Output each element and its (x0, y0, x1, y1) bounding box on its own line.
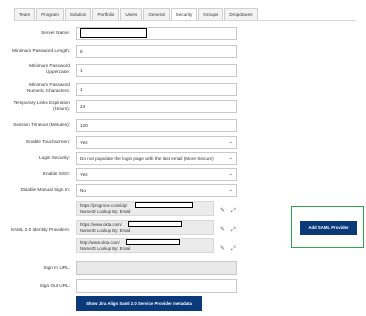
chevron-down-icon: ⌄ (228, 139, 233, 145)
add-saml-provider-button[interactable]: Add SAML Provider (300, 221, 357, 235)
redacted-value (128, 221, 182, 227)
disable-manual-sign-in-value: No (80, 188, 86, 193)
session-timeout-input[interactable]: 120 (76, 119, 237, 132)
saml-provider-nameid: NameID Lookup By: Email (80, 228, 131, 233)
session-timeout-label: Session Timeout (Minutes): (13, 122, 70, 127)
chevron-down-icon: ⌄ (228, 171, 233, 177)
pencil-icon[interactable]: ✎ (220, 227, 225, 233)
min-password-length-input[interactable]: 8 (76, 45, 237, 58)
min-password-length-label: Minimum Password Length: (12, 48, 70, 53)
tab-divider (14, 20, 356, 21)
enable-sso-label: Enable SSO: (42, 171, 70, 176)
enable-sso-value: Yes (80, 172, 88, 177)
sign-in-url-label: Sign In URL: (43, 265, 70, 270)
login-security-select[interactable]: Do not populate the login page with the … (76, 152, 237, 165)
sign-out-url-label: Sign Out URL: (39, 283, 70, 288)
expand-icon[interactable]: ⤢ (231, 227, 236, 233)
temp-links-expiration-input[interactable]: 24 (76, 100, 237, 113)
enable-sso-select[interactable]: Yes ⌄ (76, 168, 237, 181)
saml-provider-nameid: NameID Lookup By: Email (80, 246, 131, 251)
server-name-label: Server Name: (41, 30, 70, 35)
add-saml-provider-highlight: Add SAML Provider (291, 206, 364, 248)
disable-manual-sign-in-label: Disable Manual Sign In: (20, 187, 70, 192)
min-password-numeric-input[interactable]: 1 (76, 83, 237, 96)
pencil-icon[interactable]: ✎ (220, 208, 225, 214)
pencil-icon[interactable]: ✎ (220, 246, 225, 252)
redacted-value (126, 239, 180, 245)
enable-touchscreen-label: Enable Touchscreen: (26, 139, 70, 144)
temp-links-expiration-label-2: (Hours): (53, 106, 70, 111)
enable-touchscreen-select[interactable]: Yes ⌄ (76, 136, 237, 149)
redacted-value (80, 28, 147, 38)
min-password-numeric-label-2: Numeric Characters: (27, 88, 70, 93)
login-security-value: Do not populate the login page with the … (80, 156, 214, 161)
saml-identity-providers-label: SAML 2.0 Identity Providers: (10, 227, 70, 232)
disable-manual-sign-in-select[interactable]: No ⌄ (76, 184, 237, 197)
min-password-uppercase-input[interactable]: 1 (76, 64, 237, 77)
min-password-uppercase-label-2: Uppercase: (46, 69, 70, 74)
expand-icon[interactable]: ⤢ (231, 208, 236, 214)
show-saml-metadata-button[interactable]: Show Jira Align Saml 2.0 Service Provide… (76, 296, 202, 311)
enable-touchscreen-value: Yes (80, 140, 88, 145)
chevron-down-icon: ⌄ (228, 155, 233, 161)
chevron-down-icon: ⌄ (228, 187, 233, 193)
redacted-value (135, 202, 193, 208)
sign-in-url-input (76, 261, 237, 275)
sign-out-url-input[interactable] (76, 279, 237, 293)
saml-provider-nameid: NameID Lookup By: Email (80, 209, 131, 214)
expand-icon[interactable]: ⤢ (231, 246, 236, 252)
login-security-label: Login Security: (38, 155, 70, 160)
